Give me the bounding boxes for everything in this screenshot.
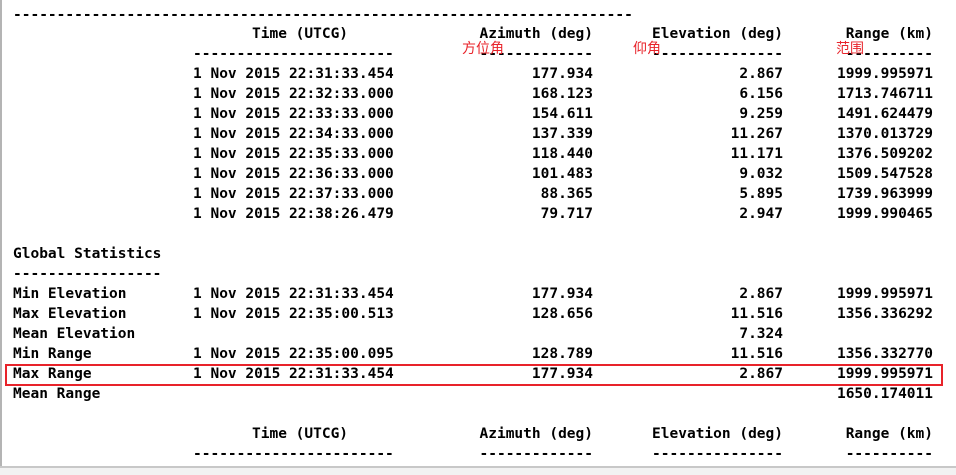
stat-range: 1650.174011 [836, 386, 933, 402]
stat-range: 1356.336292 [836, 306, 933, 322]
global-statistics-title: Global Statistics [13, 246, 162, 262]
stat-label: Min Range [13, 346, 92, 362]
stat-time: 1 Nov 2015 22:35:00.513 [193, 306, 394, 322]
row-elevation: 9.259 [739, 106, 783, 122]
row-azimuth: 88.365 [540, 186, 593, 202]
footer-rule-range: ---------- [845, 446, 933, 462]
row-range: 1713.746711 [836, 86, 933, 102]
stat-azimuth: 128.789 [531, 346, 593, 362]
stat-azimuth: 177.934 [531, 286, 593, 302]
row-time: 1 Nov 2015 22:38:26.479 [193, 206, 394, 222]
row-time: 1 Nov 2015 22:32:33.000 [193, 86, 394, 102]
footer-rule-azimuth: ------------- [479, 446, 594, 462]
row-elevation: 11.267 [730, 126, 783, 142]
row-azimuth: 137.339 [531, 126, 593, 142]
header-rule-range: ---------- [845, 46, 933, 62]
header-range: Range (km) [845, 26, 933, 42]
header-rule-time: ----------------------- [193, 46, 394, 62]
annotation-elevation: 仰角 [633, 41, 661, 57]
footer-header-range: Range (km) [845, 426, 933, 442]
row-range: 1509.547528 [836, 166, 933, 182]
stat-azimuth: 128.656 [531, 306, 593, 322]
row-elevation: 6.156 [739, 86, 783, 102]
row-time: 1 Nov 2015 22:37:33.000 [193, 186, 394, 202]
row-range: 1376.509202 [836, 146, 933, 162]
row-azimuth: 101.483 [531, 166, 593, 182]
row-azimuth: 168.123 [531, 86, 593, 102]
row-time: 1 Nov 2015 22:36:33.000 [193, 166, 394, 182]
footer-header-time: Time (UTCG) [252, 426, 349, 442]
row-azimuth: 177.934 [531, 66, 593, 82]
header-rule-elevation: --------------- [652, 46, 783, 62]
stat-time: 1 Nov 2015 22:35:00.095 [193, 346, 394, 362]
stat-label: Mean Elevation [13, 326, 136, 342]
stat-elevation: 11.516 [730, 306, 783, 322]
stat-elevation: 2.867 [739, 286, 783, 302]
row-elevation: 11.171 [730, 146, 783, 162]
row-time: 1 Nov 2015 22:31:33.454 [193, 66, 394, 82]
annotation-range: 范围 [836, 41, 864, 57]
stat-range: 1999.995971 [836, 286, 933, 302]
row-range: 1370.013729 [836, 126, 933, 142]
footer-rule-elevation: --------------- [652, 446, 783, 462]
row-elevation: 9.032 [739, 166, 783, 182]
row-elevation: 2.867 [739, 66, 783, 82]
row-time: 1 Nov 2015 22:33:33.000 [193, 106, 394, 122]
annotation-azimuth: 方位角 [462, 41, 504, 57]
row-range: 1739.963999 [836, 186, 933, 202]
row-elevation: 5.895 [739, 186, 783, 202]
global-statistics-rule: ----------------- [13, 266, 162, 282]
horizontal-scrollbar[interactable] [0, 468, 956, 475]
footer-header-azimuth: Azimuth (deg) [479, 426, 594, 442]
header-elevation: Elevation (deg) [652, 26, 783, 42]
max-range-highlight-box [5, 364, 943, 386]
report-viewer: ----------------------------------------… [0, 0, 956, 475]
row-azimuth: 154.611 [531, 106, 593, 122]
row-range: 1999.990465 [836, 206, 933, 222]
stat-label: Min Elevation [13, 286, 127, 302]
header-time: Time (UTCG) [252, 26, 349, 42]
stat-time: 1 Nov 2015 22:31:33.454 [193, 286, 394, 302]
stat-elevation: 7.324 [739, 326, 783, 342]
footer-header-elevation: Elevation (deg) [652, 426, 783, 442]
row-azimuth: 118.440 [531, 146, 593, 162]
stat-label: Max Elevation [13, 306, 127, 322]
row-range: 1999.995971 [836, 66, 933, 82]
footer-rule-time: ----------------------- [193, 446, 394, 462]
left-border [0, 0, 2, 466]
row-azimuth: 79.717 [540, 206, 593, 222]
top-rule: ----------------------------------------… [13, 7, 633, 23]
row-elevation: 2.947 [739, 206, 783, 222]
row-time: 1 Nov 2015 22:35:33.000 [193, 146, 394, 162]
stat-label: Mean Range [13, 386, 101, 402]
stat-range: 1356.332770 [836, 346, 933, 362]
row-range: 1491.624479 [836, 106, 933, 122]
row-time: 1 Nov 2015 22:34:33.000 [193, 126, 394, 142]
stat-elevation: 11.516 [730, 346, 783, 362]
